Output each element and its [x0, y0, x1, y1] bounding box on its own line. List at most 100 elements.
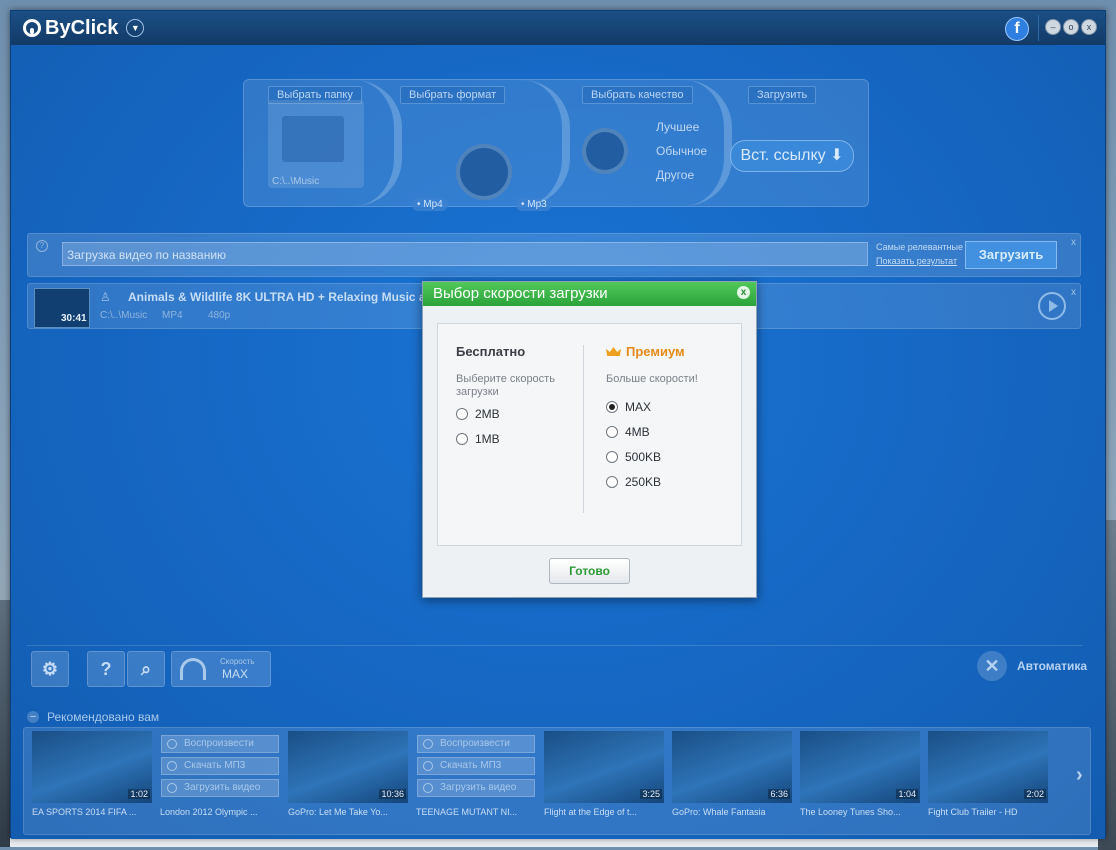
- video-title: Flight at the Edge of t...: [544, 807, 638, 817]
- video-card[interactable]: 1:04 The Looney Tunes Sho...: [800, 731, 920, 825]
- radio-button[interactable]: [456, 432, 468, 445]
- speed-option-label: MAX: [625, 399, 652, 414]
- speed-option-250kb[interactable]: 250KB: [606, 469, 718, 494]
- free-heading: Бесплатно: [456, 344, 526, 359]
- premium-heading-label: Премиум: [626, 344, 685, 359]
- paste-link-button[interactable]: Вст. ссылку ⬇: [730, 140, 854, 172]
- video-duration: 1:04: [896, 789, 918, 799]
- speed-option-label: 250KB: [625, 474, 662, 489]
- mp3-action-button[interactable]: Скачать МП3: [161, 757, 279, 775]
- item-close-icon[interactable]: x: [1071, 287, 1076, 298]
- speed-dialog: Выбор скорости загрузки x Бесплатно Выбе…: [422, 281, 757, 598]
- collapse-icon[interactable]: –: [27, 711, 39, 723]
- download-action-button[interactable]: Загрузить видео: [161, 779, 279, 797]
- download-action-label: Загрузить видео: [440, 782, 517, 793]
- recommended-header[interactable]: – Рекомендовано вам: [27, 710, 159, 724]
- app-name: ByClick: [45, 16, 119, 39]
- speed-button[interactable]: Скорость MAX: [171, 651, 271, 687]
- title-separator: [1038, 15, 1039, 41]
- speed-option-label: 500KB: [625, 449, 662, 464]
- help-icon[interactable]: ?: [36, 240, 48, 252]
- minimize-button[interactable]: –: [1045, 19, 1061, 35]
- sort-option-show-result[interactable]: Показать результат: [876, 256, 957, 266]
- speed-option-4mb[interactable]: 4MB: [606, 419, 718, 444]
- download-arrow-icon: ⬇: [830, 147, 844, 164]
- speed-option-500kb[interactable]: 500KB: [606, 444, 718, 469]
- dialog-header[interactable]: Выбор скорости загрузки x: [423, 282, 756, 306]
- play-icon: [167, 739, 177, 749]
- free-subtitle: Выберите скорость загрузки: [456, 373, 555, 398]
- download-action-label: Загрузить видео: [184, 782, 261, 793]
- recommended-title: Рекомендовано вам: [47, 710, 160, 724]
- close-button[interactable]: x: [1081, 19, 1097, 35]
- dialog-title: Выбор скорости загрузки: [433, 285, 608, 302]
- search-close-icon[interactable]: x: [1071, 237, 1076, 248]
- dialog-close-button[interactable]: x: [737, 286, 750, 299]
- speed-option-max[interactable]: MAX: [606, 394, 718, 419]
- radio-button[interactable]: [606, 450, 618, 463]
- search-button[interactable]: ⌕: [127, 651, 165, 687]
- video-card[interactable]: 6:36 GoPro: Whale Fantasia: [672, 731, 792, 825]
- video-title: TEENAGE MUTANT NI...: [416, 807, 518, 817]
- search-bar: ? Загрузка видео по названию Самые релев…: [27, 233, 1081, 277]
- format-tag-mp4[interactable]: • Mp4: [412, 198, 448, 211]
- mp3-action-button[interactable]: Скачать МП3: [417, 757, 535, 775]
- play-button[interactable]: [1038, 292, 1066, 320]
- radio-button[interactable]: [606, 425, 618, 438]
- free-column: Бесплатно Выберите скорость загрузки 2MB…: [456, 344, 568, 451]
- person-icon: ♙: [100, 290, 111, 304]
- music-icon: [423, 761, 433, 771]
- video-card[interactable]: 10:36 GoPro: Let Me Take Yo...: [288, 731, 408, 825]
- premium-column: Премиум Больше скорости! MAX 4MB 500KB 2…: [606, 344, 718, 494]
- mp3-action-label: Скачать МП3: [440, 760, 502, 771]
- download-icon: [167, 783, 177, 793]
- speed-label: Скорость: [220, 657, 255, 666]
- speed-option-label: 4MB: [625, 424, 650, 439]
- paste-link-label: Вст. ссылку: [740, 147, 826, 164]
- radio-button[interactable]: [456, 407, 468, 420]
- app-menu-chevron-down-icon[interactable]: ▼: [126, 19, 145, 37]
- video-title: London 2012 Olympic ...: [160, 807, 258, 817]
- settings-button[interactable]: ⚙: [31, 651, 69, 687]
- video-card[interactable]: Воспроизвести Скачать МП3 Загрузить виде…: [160, 731, 280, 825]
- sort-option-relevant[interactable]: Самые релевантные: [876, 242, 963, 252]
- done-button[interactable]: Готово: [549, 558, 630, 584]
- video-title: GoPro: Whale Fantasia: [672, 807, 766, 817]
- facebook-icon[interactable]: f: [1005, 17, 1029, 41]
- automation-icon[interactable]: ✕: [977, 651, 1007, 681]
- next-chevron-icon[interactable]: ›: [1076, 764, 1083, 787]
- play-action-label: Воспроизвести: [440, 738, 510, 749]
- video-card[interactable]: 3:25 Flight at the Edge of t...: [544, 731, 664, 825]
- radio-button[interactable]: [606, 475, 618, 488]
- video-duration: 3:25: [640, 789, 662, 799]
- video-thumbnail: 30:41: [34, 288, 90, 328]
- premium-heading: Премиум: [606, 344, 718, 359]
- speed-option-1mb[interactable]: 1MB: [456, 426, 568, 451]
- step-label-format: Выбрать формат: [400, 86, 506, 104]
- download-action-button[interactable]: Загрузить видео: [417, 779, 535, 797]
- video-card[interactable]: 2:02 Fight Club Trailer - HD: [928, 731, 1048, 825]
- search-input[interactable]: Загрузка видео по названию: [62, 242, 868, 266]
- speed-value: MAX: [222, 667, 249, 681]
- play-action-button[interactable]: Воспроизвести: [417, 735, 535, 753]
- video-card[interactable]: Воспроизвести Скачать МП3 Загрузить виде…: [416, 731, 536, 825]
- play-action-button[interactable]: Воспроизвести: [161, 735, 279, 753]
- radio-button-selected[interactable]: [606, 400, 618, 413]
- search-download-button[interactable]: Загрузить: [965, 241, 1057, 269]
- toolbar-divider: [27, 645, 1083, 646]
- download-wizard: Выбрать папку C:\..\Music Выбрать формат…: [243, 79, 869, 211]
- byclick-logo-icon: [23, 19, 41, 37]
- video-quality: 480p: [208, 310, 231, 321]
- desktop-scenery-left: [0, 600, 10, 847]
- video-card[interactable]: 1:02 EA SPORTS 2014 FIFA ...: [32, 731, 152, 825]
- help-button[interactable]: ?: [87, 651, 125, 687]
- recommended-strip: 1:02 EA SPORTS 2014 FIFA ... Воспроизвес…: [23, 727, 1091, 835]
- video-title: The Looney Tunes Sho...: [800, 807, 901, 817]
- automation-label[interactable]: Автоматика: [1017, 659, 1087, 673]
- maximize-button[interactable]: o: [1063, 19, 1079, 35]
- speed-option-2mb[interactable]: 2MB: [456, 401, 568, 426]
- quality-dial-icon: [582, 128, 628, 174]
- title-bar[interactable]: ByClick ▼ f – o x: [11, 11, 1105, 45]
- premium-subtitle: Больше скорости!: [606, 373, 698, 385]
- video-duration: 2:02: [1024, 789, 1046, 799]
